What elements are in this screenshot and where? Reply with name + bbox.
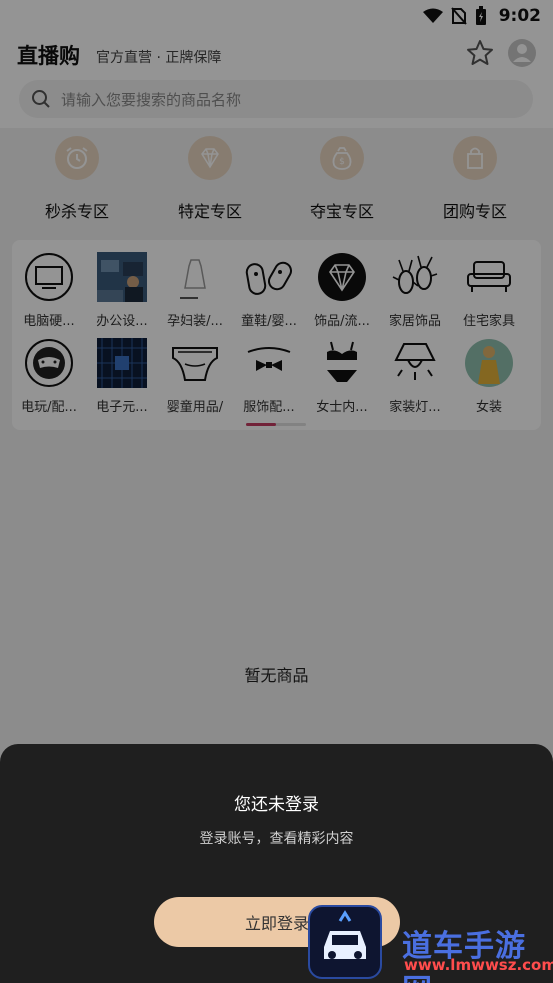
watermark-url: www.lmwwsz.com <box>404 956 553 974</box>
watermark-logo <box>308 905 382 979</box>
login-title: 您还未登录 <box>234 795 319 815</box>
login-subtitle: 登录账号，查看精彩内容 <box>199 831 354 847</box>
